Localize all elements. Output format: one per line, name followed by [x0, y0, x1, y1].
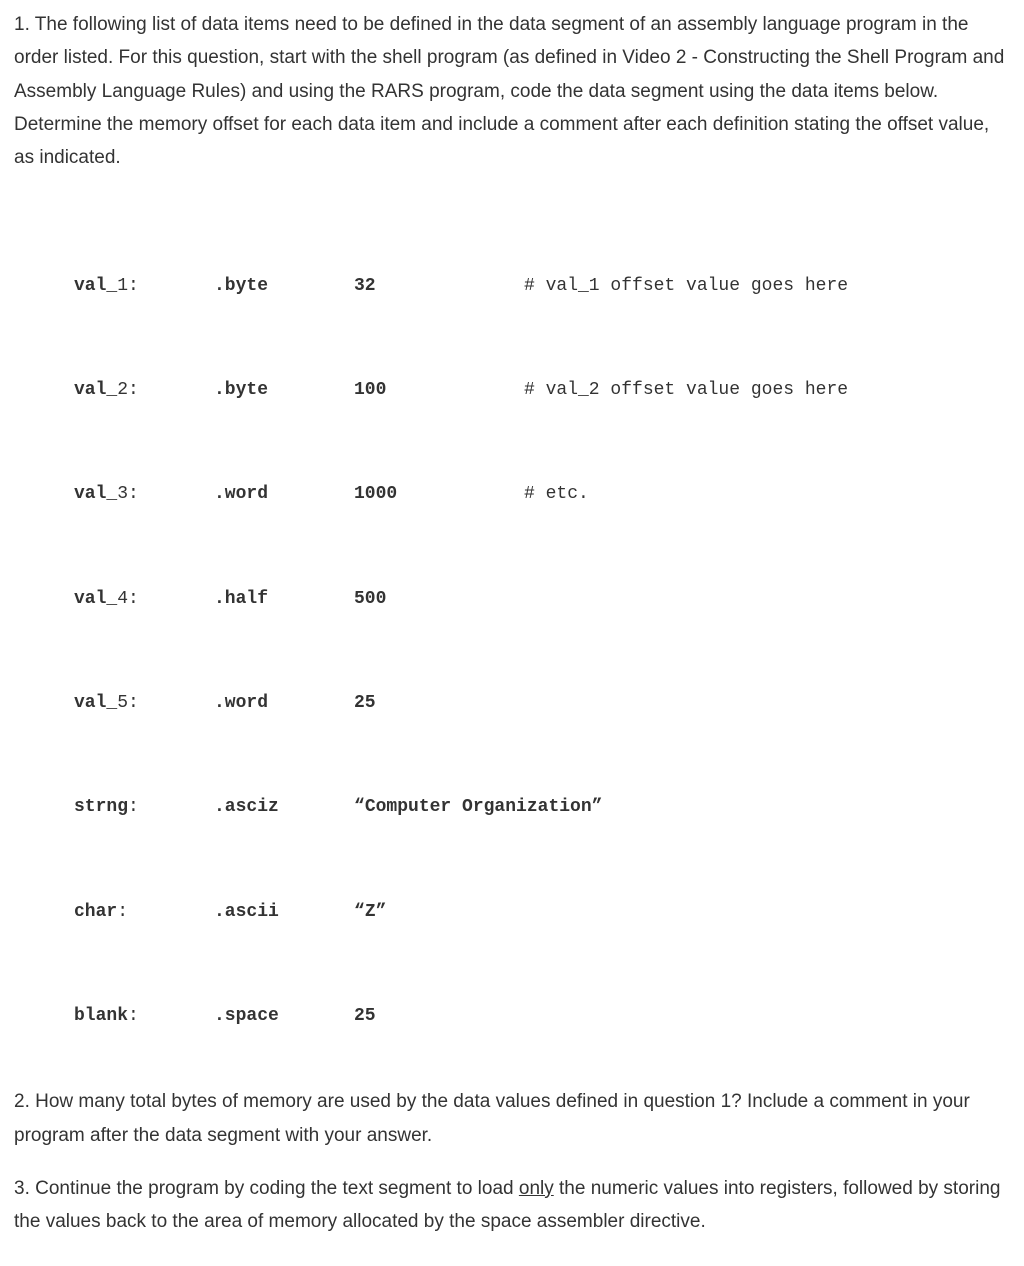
code-row: val_3: .word 1000 # etc.	[74, 481, 1010, 507]
code-row: val_2: .byte 100 # val_2 offset value go…	[74, 377, 1010, 403]
code-label: char:	[74, 899, 214, 925]
code-label: val_1:	[74, 273, 214, 299]
code-directive: .half	[214, 586, 354, 612]
q1-text: The following list of data items need to…	[14, 14, 1004, 168]
code-directive: .byte	[214, 273, 354, 299]
code-directive: .space	[214, 1003, 354, 1029]
q3-text-underlined: only	[519, 1178, 554, 1199]
code-value: 500	[354, 586, 524, 612]
code-value: “Computer Organization”	[354, 794, 602, 820]
question-2: 2. How many total bytes of memory are us…	[14, 1085, 1010, 1152]
code-label: val_2:	[74, 377, 214, 403]
code-row: strng: .asciz “Computer Organization”	[74, 794, 1010, 820]
code-directive: .word	[214, 690, 354, 716]
q1-number: 1.	[14, 14, 35, 35]
code-label: blank:	[74, 1003, 214, 1029]
code-comment: # etc.	[524, 481, 589, 507]
code-comment: # val_1 offset value goes here	[524, 273, 848, 299]
code-value: “Z”	[354, 899, 524, 925]
code-value: 100	[354, 377, 524, 403]
code-label: val_3:	[74, 481, 214, 507]
code-row: val_5: .word 25	[74, 690, 1010, 716]
code-row: val_4: .half 500	[74, 586, 1010, 612]
code-label: strng:	[74, 794, 214, 820]
q2-number: 2.	[14, 1091, 35, 1112]
code-value: 32	[354, 273, 524, 299]
code-directive: .ascii	[214, 899, 354, 925]
code-listing: val_1: .byte 32 # val_1 offset value goe…	[74, 194, 1010, 1055]
q3-number: 3.	[14, 1178, 35, 1199]
q3-text-pre: Continue the program by coding the text …	[35, 1178, 519, 1199]
code-row: blank: .space 25	[74, 1003, 1010, 1029]
code-value: 25	[354, 1003, 524, 1029]
code-row: char: .ascii “Z”	[74, 899, 1010, 925]
code-row: val_1: .byte 32 # val_1 offset value goe…	[74, 273, 1010, 299]
code-label: val_5:	[74, 690, 214, 716]
question-1: 1. The following list of data items need…	[14, 8, 1010, 174]
code-comment: # val_2 offset value goes here	[524, 377, 848, 403]
code-value: 25	[354, 690, 524, 716]
code-directive: .byte	[214, 377, 354, 403]
code-directive: .word	[214, 481, 354, 507]
code-value: 1000	[354, 481, 524, 507]
code-label: val_4:	[74, 586, 214, 612]
question-3: 3. Continue the program by coding the te…	[14, 1172, 1010, 1239]
code-directive: .asciz	[214, 794, 354, 820]
q2-text: How many total bytes of memory are used …	[14, 1091, 970, 1145]
